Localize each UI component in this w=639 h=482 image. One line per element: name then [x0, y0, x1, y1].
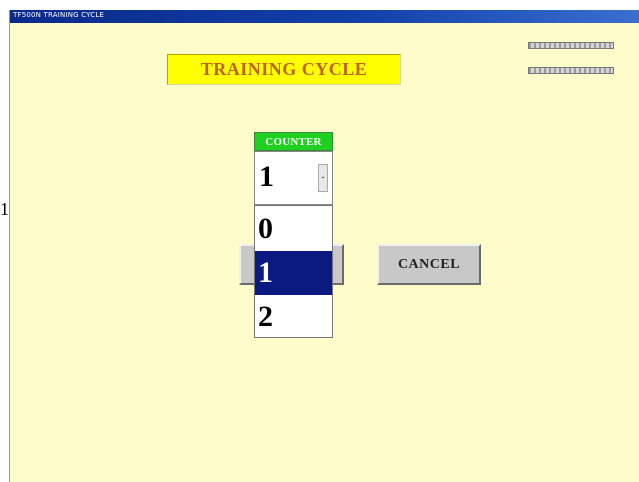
counter-select[interactable]: 1 -: [254, 151, 333, 205]
window-title: TF500N TRAINING CYCLE: [13, 11, 105, 19]
counter-label-text: COUNTER: [265, 135, 322, 148]
top-right-button-2[interactable]: [528, 67, 614, 74]
title-bar[interactable]: TF500N TRAINING CYCLE: [10, 10, 639, 23]
counter-option-0[interactable]: 0: [255, 207, 332, 251]
page-title: TRAINING CYCLE: [200, 59, 368, 79]
counter-option-1[interactable]: 1: [255, 251, 332, 295]
counter-selected-value: 1: [259, 160, 274, 193]
dropdown-arrow-icon[interactable]: -: [318, 164, 328, 192]
cancel-button-label: CANCEL: [397, 256, 461, 272]
counter-option-2[interactable]: 2: [255, 295, 332, 339]
page-title-box: TRAINING CYCLE: [167, 54, 401, 85]
cancel-button[interactable]: CANCEL: [377, 244, 481, 285]
app-window: TF500N TRAINING CYCLE TRAINING CYCLE COU…: [9, 10, 639, 482]
counter-label: COUNTER: [254, 132, 333, 151]
left-edge-mark: 1: [0, 199, 9, 219]
top-right-button-1[interactable]: [528, 42, 614, 49]
counter-dropdown-list[interactable]: 0 1 2: [254, 205, 333, 338]
